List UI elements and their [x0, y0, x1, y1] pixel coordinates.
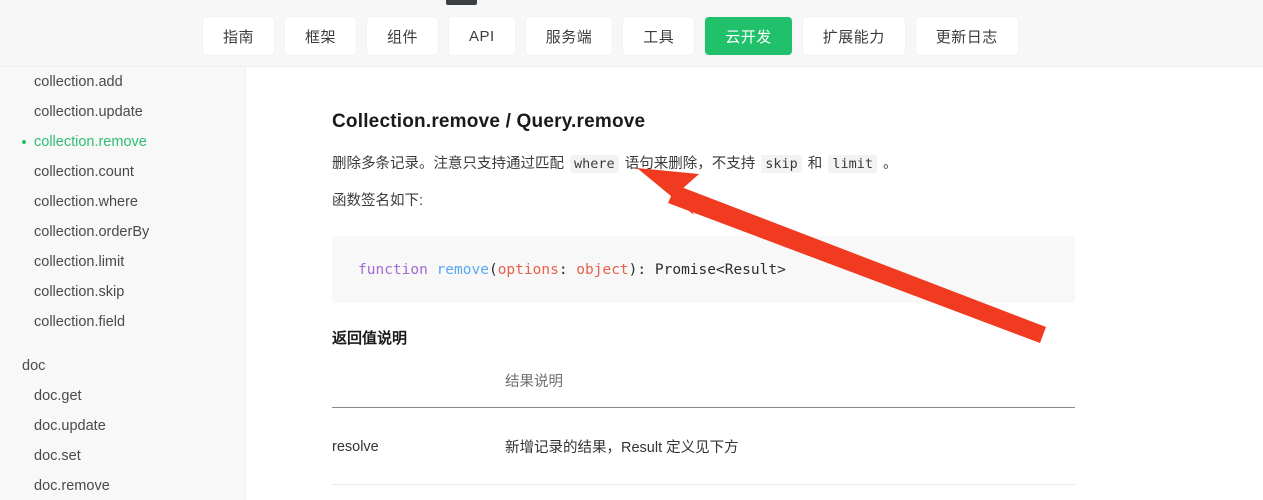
return-value-table: 结果说明 resolve新增记录的结果，Result 定义见下方reject失败…	[332, 370, 1075, 500]
sidebar-item-doc-update[interactable]: doc.update	[0, 411, 245, 441]
top-navigation-bar: 指南 框架 组件 API 服务端 工具 云开发 扩展能力 更新日志	[0, 6, 1263, 67]
table-header-row: 结果说明	[332, 370, 1075, 409]
table-row: reject失败原因	[332, 484, 1075, 500]
code-token-space1	[428, 262, 437, 278]
sidebar-item-label: collection.limit	[34, 254, 125, 270]
description-paragraph: 删除多条记录。注意只支持通过匹配 where 语句来删除，不支持 skip 和 …	[332, 133, 1075, 176]
sidebar-item-doc-get[interactable]: doc.get	[0, 381, 245, 411]
code-token-function-name: remove	[436, 261, 489, 278]
code-signature-text: function remove(options: object): Promis…	[358, 262, 786, 278]
nav-tab-2[interactable]: 组件	[367, 17, 439, 55]
page-root: 指南 框架 组件 API 服务端 工具 云开发 扩展能力 更新日志 collection.add…	[0, 0, 1263, 500]
sidebar-item-collection-add[interactable]: collection.add	[0, 67, 245, 97]
inline-code-limit: limit	[828, 155, 877, 173]
code-token-generic-close: >	[777, 261, 786, 278]
sidebar-item-collection-field[interactable]: collection.field	[0, 307, 245, 337]
table-row: resolve 新增记录的结果，Result 定义见下方	[332, 407, 1075, 486]
documentation-body: Collection.remove / Query.remove 删除多条记录。…	[332, 67, 1075, 500]
sidebar-item-collection-remove[interactable]: collection.remove	[0, 127, 245, 157]
code-block-signature: function remove(options: object): Promis…	[332, 236, 1075, 304]
inline-code-skip: skip	[761, 155, 802, 173]
code-token-return-type: Promise	[654, 261, 716, 278]
nav-tab-0[interactable]: 指南	[203, 17, 275, 55]
sidebar-item-label: doc.get	[34, 388, 82, 404]
code-token-generic-open: <	[715, 261, 725, 278]
table-header-description: 结果说明	[505, 370, 1075, 409]
sidebar-item-doc-remove[interactable]: doc.remove	[0, 471, 245, 500]
table-cell-description: 失败原因	[505, 484, 1075, 500]
nav-tab-4[interactable]: 服务端	[525, 17, 613, 55]
nav-tab-6[interactable]: 云开发	[705, 17, 792, 55]
code-token-arg-type: object	[576, 261, 629, 278]
sidebar-item-label: doc.set	[34, 448, 81, 464]
code-token-return-separator: :	[637, 261, 655, 278]
sidebar-item-label: doc.update	[34, 418, 106, 434]
code-token-open-paren: (	[488, 261, 498, 278]
sidebar-item-label: collection.orderBy	[34, 224, 150, 240]
code-token-arg-name: options	[497, 261, 559, 278]
description-text-part-1: 删除多条记录。注意只支持通过匹配	[332, 156, 569, 172]
description-text-part-3: 和	[803, 156, 827, 172]
sidebar-item-label: doc.remove	[34, 478, 110, 494]
sidebar-item-label: collection.remove	[34, 134, 147, 150]
sidebar-item-collection-update[interactable]: collection.update	[0, 97, 245, 127]
signature-intro-paragraph: 函数签名如下:	[332, 193, 424, 210]
sidebar-item-collection-count[interactable]: collection.count	[0, 157, 245, 187]
nav-tab-3[interactable]: API	[449, 17, 515, 55]
sidebar-item-collection-orderBy[interactable]: collection.orderBy	[0, 217, 245, 247]
section-title-return-value: 返回值说明	[332, 330, 408, 348]
sidebar-item-collection-where[interactable]: collection.where	[0, 187, 245, 217]
sidebar-item-collection-limit[interactable]: collection.limit	[0, 247, 245, 277]
nav-tab-7[interactable]: 扩展能力	[802, 17, 905, 55]
description-text-part-4: 。	[878, 156, 898, 172]
sidebar-item-label: doc	[22, 358, 46, 374]
sidebar-item-label: collection.where	[34, 194, 138, 210]
active-tab-indicator	[446, 0, 477, 5]
sidebar-item-doc-set[interactable]: doc.set	[0, 441, 245, 471]
sidebar-item-label: collection.field	[34, 314, 126, 330]
sidebar-item-label: collection.update	[34, 104, 143, 120]
sidebar-item-collection-skip[interactable]: collection.skip	[0, 277, 245, 307]
table-cell-name: resolve	[332, 407, 505, 486]
sidebar-item-label: collection.skip	[34, 284, 125, 300]
nav-tab-5[interactable]: 工具	[623, 17, 695, 55]
main-content-area: Collection.remove / Query.remove 删除多条记录。…	[246, 67, 1263, 500]
table-cell-description: 新增记录的结果，Result 定义见下方	[505, 407, 1075, 486]
table-cell-name: reject	[332, 484, 505, 500]
inline-code-where: where	[570, 155, 619, 173]
nav-tab-1[interactable]: 框架	[285, 17, 357, 55]
sidebar-item-label: collection.add	[34, 74, 123, 90]
sidebar-navigation[interactable]: collection.add collection.update collectio…	[0, 67, 246, 500]
sidebar-item-label: collection.count	[34, 164, 134, 180]
nav-tab-8[interactable]: 更新日志	[915, 17, 1018, 55]
code-token-colon: :	[558, 261, 577, 278]
code-token-generic-type: Result	[724, 261, 778, 278]
sidebar-item-doc[interactable]: doc	[0, 351, 245, 381]
active-bullet-icon	[22, 140, 26, 144]
page-title: Collection.remove / Query.remove	[332, 111, 646, 132]
description-text-part-2: 语句来删除，不支持	[620, 156, 760, 172]
code-token-keyword: function	[358, 261, 428, 278]
table-header-name	[332, 370, 505, 409]
